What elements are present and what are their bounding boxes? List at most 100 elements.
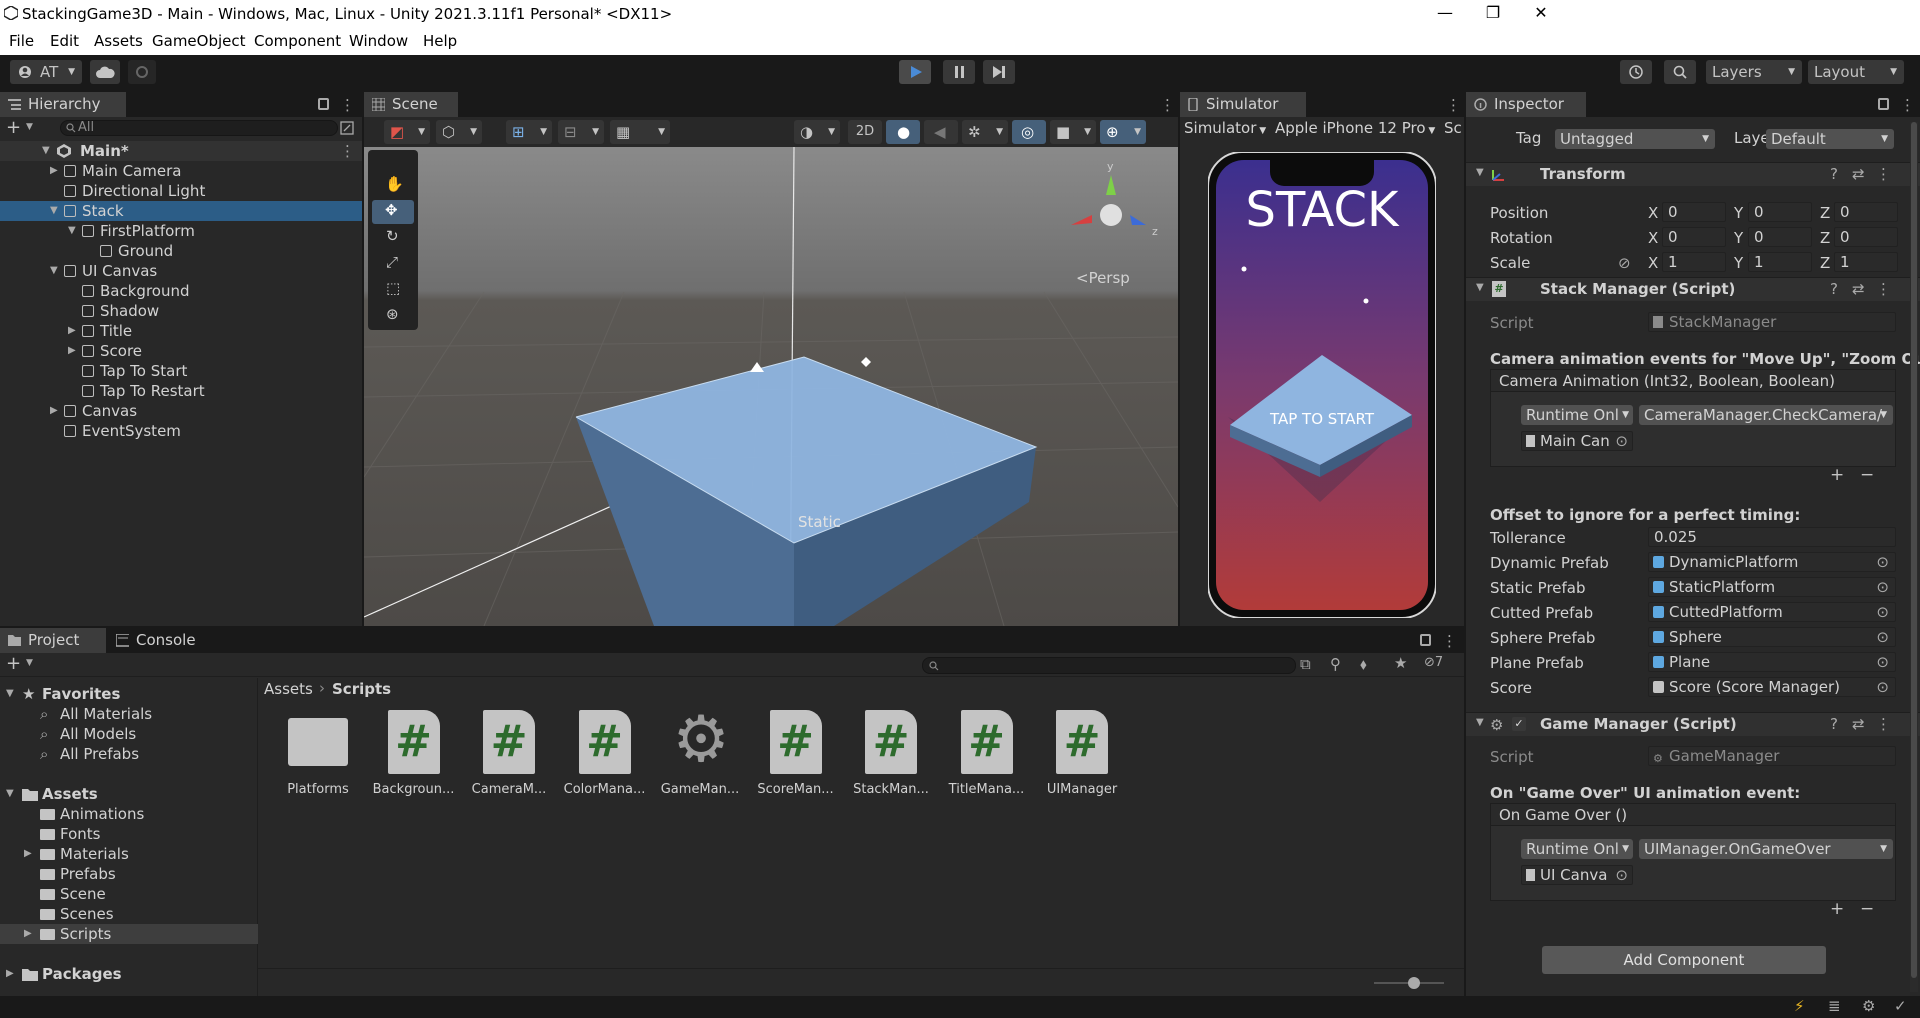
simulator-mode-dropdown[interactable]: Simulator ▼ bbox=[1184, 119, 1266, 137]
menu-window[interactable]: Window bbox=[349, 32, 408, 50]
asset-tile[interactable]: # TitleMana... bbox=[949, 710, 1025, 806]
runtime-dropdown[interactable]: Runtime Onl ▼ bbox=[1521, 405, 1633, 425]
close-button[interactable]: ✕ bbox=[1518, 3, 1564, 25]
object-reference-field[interactable]: ⊙ CuttedPlatform bbox=[1648, 602, 1896, 622]
rotation-z-input[interactable]: 0 bbox=[1834, 227, 1898, 247]
layout-dropdown[interactable]: Layout ▼ bbox=[1808, 60, 1904, 84]
panel-menu-icon[interactable]: ⋮ bbox=[1900, 96, 1915, 114]
scene-menu-icon[interactable]: ⋮ bbox=[340, 141, 355, 161]
undo-history-button[interactable] bbox=[1620, 60, 1652, 84]
check-icon[interactable]: ✓ bbox=[1894, 997, 1907, 1015]
label-icon[interactable]: ⬧ bbox=[1360, 655, 1367, 673]
hierarchy-item[interactable]: ▶ Title bbox=[0, 321, 362, 341]
lock-icon[interactable] bbox=[1420, 634, 1431, 646]
search-by-type-icon[interactable]: ⧉ bbox=[1300, 655, 1311, 673]
asset-tile[interactable]: # CameraM... bbox=[471, 710, 547, 806]
panel-menu-icon[interactable]: ⋮ bbox=[340, 96, 355, 114]
hierarchy-item[interactable]: ▶ Canvas bbox=[0, 401, 362, 421]
hidden-packages-toggle[interactable]: ⊘7 bbox=[1424, 655, 1443, 670]
chevron-down-icon[interactable]: ▼ bbox=[26, 122, 33, 132]
target-object-field[interactable]: Main Can ⊙ bbox=[1521, 431, 1633, 451]
increment-snap-button[interactable]: ⊟ ▼ bbox=[558, 120, 604, 144]
account-dropdown[interactable]: AT ▼ bbox=[10, 60, 82, 84]
remove-event-button[interactable]: − bbox=[1860, 899, 1874, 919]
scale-y-input[interactable]: 1 bbox=[1748, 252, 1812, 272]
expand-arrow-icon[interactable]: ▼ bbox=[1476, 282, 1484, 293]
expand-arrow-icon[interactable]: ▶ bbox=[24, 924, 32, 944]
expand-arrow-icon[interactable]: ▶ bbox=[24, 844, 32, 864]
expand-arrow-icon[interactable]: ▼ bbox=[50, 261, 58, 281]
packages-row[interactable]: ▶ Packages bbox=[0, 964, 258, 984]
presets-icon[interactable]: ⇄ bbox=[1852, 165, 1865, 183]
enabled-checkbox[interactable]: ✓ bbox=[1512, 717, 1526, 731]
position-y-input[interactable]: 0 bbox=[1748, 202, 1812, 222]
effects-button[interactable]: ✲ ▼ bbox=[962, 120, 1008, 144]
shading-mode-button[interactable]: ◑ ▼ bbox=[794, 120, 840, 144]
project-search-input[interactable] bbox=[922, 657, 1296, 674]
help-icon[interactable]: ? bbox=[1830, 280, 1838, 298]
camera-settings-button[interactable]: ■ ▼ bbox=[1050, 120, 1096, 144]
add-event-button[interactable]: + bbox=[1830, 899, 1844, 919]
scene-picker-icon[interactable] bbox=[340, 121, 354, 135]
audio-toggle-button[interactable]: ◀ bbox=[924, 120, 958, 144]
remove-event-button[interactable]: − bbox=[1860, 465, 1874, 485]
tap-to-start-text[interactable]: TAP TO START bbox=[1269, 410, 1375, 428]
favorite-star-icon[interactable]: ★ bbox=[1394, 654, 1407, 672]
breadcrumb-assets[interactable]: Assets bbox=[264, 680, 313, 698]
add-component-button[interactable]: Add Component bbox=[1542, 946, 1826, 974]
scale-tool[interactable]: ⤢ bbox=[372, 252, 414, 276]
object-picker-icon[interactable]: ⊙ bbox=[1876, 653, 1889, 671]
lock-icon[interactable] bbox=[1878, 98, 1889, 110]
menu-help[interactable]: Help bbox=[423, 32, 457, 50]
object-reference-field[interactable]: 0.025 bbox=[1648, 527, 1896, 547]
layers-dropdown[interactable]: Layers ▼ bbox=[1706, 60, 1802, 84]
tab-console[interactable]: Console bbox=[108, 628, 208, 653]
object-picker-icon[interactable]: ⊙ bbox=[1615, 866, 1628, 884]
tab-hierarchy[interactable]: Hierarchy bbox=[0, 92, 126, 117]
object-reference-field[interactable]: ⊙ DynamicPlatform bbox=[1648, 552, 1896, 572]
debug-icon[interactable]: ⚙ bbox=[1862, 997, 1875, 1015]
expand-arrow-icon[interactable]: ▼ bbox=[6, 784, 14, 804]
presets-icon[interactable]: ⇄ bbox=[1852, 715, 1865, 733]
expand-arrow-icon[interactable]: ▼ bbox=[50, 201, 58, 221]
runtime-dropdown[interactable]: Runtime Onl ▼ bbox=[1521, 839, 1633, 859]
transform-header[interactable]: ▼ Transform ? ⇄ ⋮ bbox=[1466, 162, 1920, 186]
hierarchy-item[interactable]: EventSystem bbox=[0, 421, 362, 441]
presets-icon[interactable]: ⇄ bbox=[1852, 280, 1865, 298]
component-menu-icon[interactable]: ⋮ bbox=[1876, 165, 1891, 183]
gizmos-button[interactable]: ⊕ ▼ bbox=[1100, 120, 1146, 144]
expand-arrow-icon[interactable]: ▶ bbox=[50, 401, 58, 421]
add-icon[interactable]: + bbox=[6, 653, 21, 674]
target-object-field[interactable]: UI Canva ⊙ bbox=[1521, 865, 1633, 885]
asset-tile[interactable]: ⚙ GameMan... bbox=[661, 704, 740, 806]
favorite-item[interactable]: ⌕ All Models bbox=[0, 724, 258, 744]
panel-menu-icon[interactable]: ⋮ bbox=[1446, 96, 1461, 114]
filter-by-type-icon[interactable]: ⚲ bbox=[1330, 655, 1341, 673]
menu-component[interactable]: Component bbox=[254, 32, 341, 50]
expand-arrow-icon[interactable]: ▼ bbox=[1476, 717, 1484, 728]
layer-dropdown[interactable]: Default ▼ bbox=[1766, 129, 1894, 149]
object-reference-field[interactable]: ⊙ Sphere bbox=[1648, 627, 1896, 647]
minimize-button[interactable]: — bbox=[1422, 3, 1468, 25]
expand-arrow-icon[interactable]: ▼ bbox=[68, 221, 76, 241]
breadcrumb-scripts[interactable]: Scripts bbox=[332, 680, 391, 698]
hierarchy-item[interactable]: ▼ FirstPlatform bbox=[0, 221, 362, 241]
rotate-tool[interactable]: ↻ bbox=[372, 226, 414, 250]
asset-folder-item[interactable]: Scenes bbox=[0, 904, 258, 924]
rotation-y-input[interactable]: 0 bbox=[1748, 227, 1812, 247]
component-menu-icon[interactable]: ⋮ bbox=[1876, 280, 1891, 298]
lighting-toggle-button[interactable]: ● bbox=[886, 120, 920, 144]
toggle-2d-button[interactable]: 2D bbox=[848, 120, 882, 144]
transform-tool[interactable]: ⊛ bbox=[372, 304, 414, 328]
function-dropdown[interactable]: UIManager.OnGameOver ▼ bbox=[1639, 839, 1893, 859]
pause-button[interactable] bbox=[943, 60, 975, 84]
device-dropdown[interactable]: Apple iPhone 12 Pro ▼ bbox=[1275, 119, 1435, 137]
scale-truncated-label[interactable]: Sc bbox=[1444, 119, 1462, 137]
expand-arrow-icon[interactable]: ▶ bbox=[68, 321, 76, 341]
tab-scene[interactable]: Scene bbox=[364, 92, 458, 117]
hierarchy-item[interactable]: Shadow bbox=[0, 301, 362, 321]
add-icon[interactable]: + bbox=[6, 117, 21, 138]
asset-tile[interactable]: # ScoreMan... bbox=[757, 710, 834, 806]
asset-folder-item[interactable]: Fonts bbox=[0, 824, 258, 844]
move-tool[interactable]: ✥ bbox=[372, 200, 414, 224]
